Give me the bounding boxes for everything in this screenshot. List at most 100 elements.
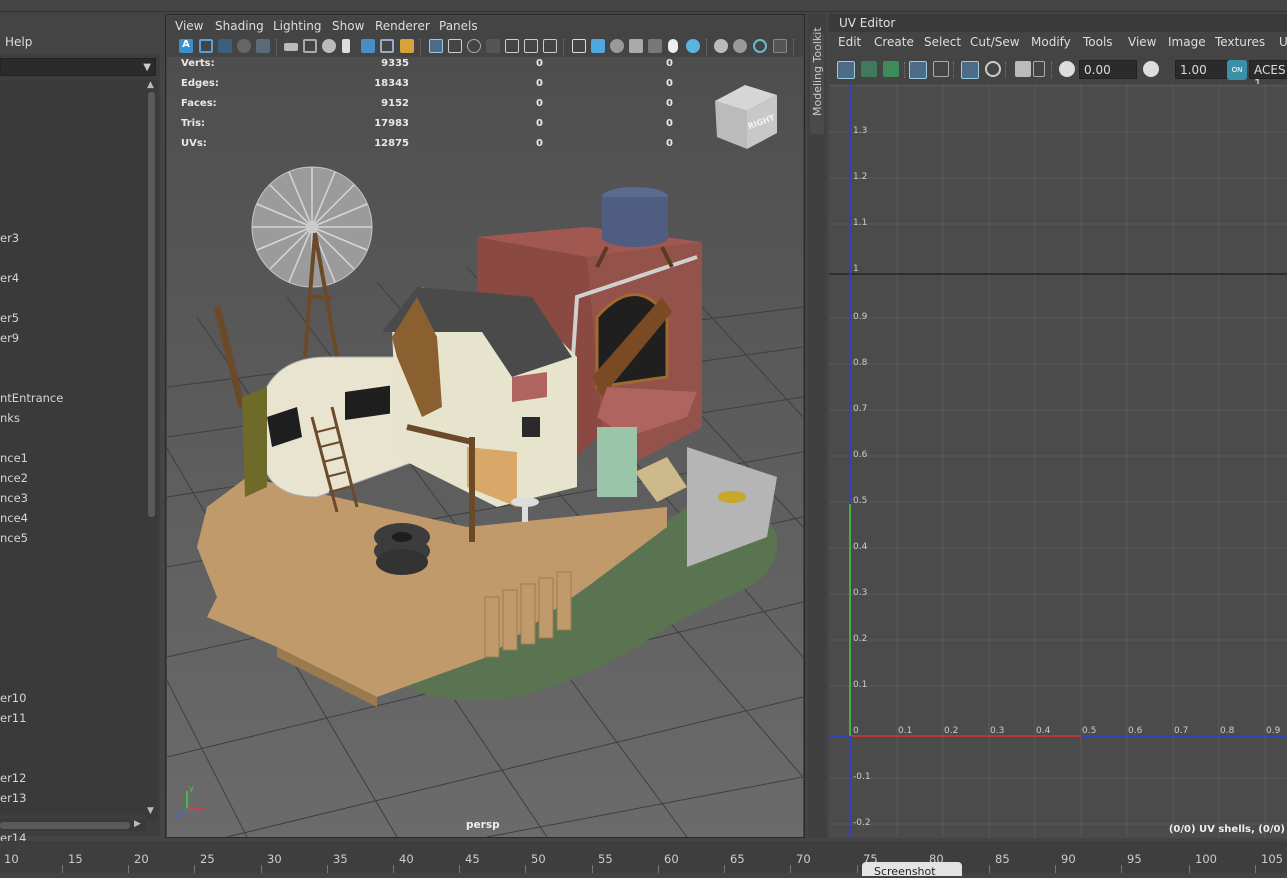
uv-image-menu[interactable]: Image — [1168, 35, 1206, 49]
screen-space-ao-icon[interactable] — [714, 39, 728, 53]
checker-icon[interactable] — [648, 39, 662, 53]
grid-icon[interactable] — [429, 39, 443, 53]
outliner-item[interactable]: nce4 — [0, 511, 28, 525]
scroll-down-icon[interactable]: ▼ — [147, 806, 154, 826]
camera-icon[interactable] — [284, 43, 298, 51]
outliner-item[interactable]: nce2 — [0, 471, 28, 485]
uv-textures-menu[interactable]: Textures — [1215, 35, 1265, 49]
gate-mask-icon[interactable] — [486, 39, 500, 53]
3d-viewport[interactable]: RIGHT y x z Verts: 9335 0 0 Edges: 18343… — [167, 57, 803, 837]
gamma-field[interactable]: 1.00 — [1175, 60, 1233, 79]
shadows-icon[interactable] — [686, 39, 700, 53]
outliner-item[interactable]: er12 — [0, 771, 26, 785]
image-plane-icon[interactable] — [218, 39, 232, 53]
exposure-field[interactable]: 0.00 — [1079, 60, 1137, 79]
shading-menu[interactable]: Shading — [215, 19, 264, 33]
panels-menu[interactable]: Panels — [439, 19, 478, 33]
modeling-toolkit-label[interactable]: Modeling Toolkit — [811, 27, 824, 116]
safe-title-icon[interactable] — [543, 39, 557, 53]
outliner-item[interactable]: er11 — [0, 711, 26, 725]
camera-attributes-icon[interactable] — [199, 39, 213, 53]
anti-aliasing-icon[interactable] — [753, 39, 767, 53]
uv-tools-menu[interactable]: Tools — [1083, 35, 1113, 49]
outliner-item[interactable]: nce1 — [0, 451, 28, 465]
smooth-shade-icon[interactable] — [591, 39, 605, 53]
view-menu[interactable]: View — [175, 19, 203, 33]
lighting-menu[interactable]: Lighting — [273, 19, 322, 33]
modeling-toolkit-tab[interactable]: Modeling Toolkit — [808, 14, 826, 838]
resolution-gate-icon[interactable] — [467, 39, 481, 53]
colorspace-field[interactable]: ACES 1 — [1249, 60, 1287, 91]
field-chart-icon[interactable] — [505, 39, 519, 53]
outliner-item[interactable]: er4 — [0, 271, 19, 285]
chevron-down-icon[interactable]: ▼ — [143, 62, 151, 73]
time-slider[interactable]: 10 15 20 25 30 35 40 45 50 55 60 65 70 7… — [0, 841, 1287, 878]
scroll-thumb[interactable] — [0, 822, 130, 829]
textured-icon[interactable] — [629, 39, 643, 53]
help-menu[interactable]: Help — [5, 35, 32, 49]
uv-create-menu[interactable]: Create — [874, 35, 914, 49]
outliner-item[interactable]: er9 — [0, 331, 19, 345]
u-tick-label: 0.1 — [898, 726, 913, 736]
checker-display-icon[interactable] — [1033, 61, 1045, 77]
gear-icon[interactable] — [322, 39, 336, 53]
hud-value: 0 — [536, 78, 543, 89]
uv-cutsew-menu[interactable]: Cut/Sew — [970, 35, 1020, 49]
wireframe-icon[interactable] — [572, 39, 586, 53]
image-display-icon[interactable] — [1015, 61, 1031, 77]
default-material-icon[interactable] — [610, 39, 624, 53]
grid-snap-icon[interactable] — [380, 39, 394, 53]
outliner-item[interactable]: nce5 — [0, 531, 28, 545]
uv-grid-viewport[interactable]: 1.3 1.2 1.1 1 0.9 0.8 0.7 0.6 0.5 0.4 0.… — [829, 84, 1287, 838]
bookmark-icon[interactable] — [342, 39, 350, 53]
u-tick-label: 0.3 — [990, 726, 1005, 736]
outliner-item[interactable]: er10 — [0, 691, 26, 705]
paint-icon[interactable] — [400, 39, 414, 53]
uv-texture-borders-icon[interactable] — [909, 61, 927, 79]
frame-label: 25 — [200, 852, 215, 866]
motion-blur-icon[interactable] — [733, 39, 747, 53]
show-menu[interactable]: Show — [332, 19, 364, 33]
scroll-up-icon[interactable]: ▲ — [147, 80, 154, 90]
select-camera-icon[interactable]: A — [179, 39, 193, 53]
uv-layout-icon[interactable] — [883, 61, 899, 77]
outliner-item[interactable]: er3 — [0, 231, 19, 245]
top-strip — [0, 0, 1287, 12]
film-icon[interactable] — [448, 39, 462, 53]
outliner-item[interactable]: nks — [0, 411, 20, 425]
outliner-item[interactable]: er5 — [0, 311, 19, 325]
frame-label: 15 — [68, 852, 83, 866]
sphere-icon[interactable] — [237, 39, 251, 53]
gamma-icon[interactable] — [1143, 61, 1159, 77]
uv-select-menu[interactable]: Select — [924, 35, 961, 49]
move-tool-icon[interactable] — [361, 39, 375, 53]
uv-stack-icon[interactable] — [861, 61, 877, 77]
scroll-thumb[interactable] — [148, 92, 155, 517]
lights-icon[interactable] — [668, 39, 678, 53]
uv-shell-select-icon[interactable] — [837, 61, 855, 79]
outliner-horizontal-scrollbar[interactable]: ▶ — [0, 819, 146, 831]
exposure-icon[interactable] — [1059, 61, 1075, 77]
safe-action-icon[interactable] — [524, 39, 538, 53]
scroll-right-icon[interactable]: ▶ — [134, 819, 141, 829]
outliner-item[interactable]: ntEntrance — [0, 391, 63, 405]
uv-uv-menu[interactable]: UV — [1279, 35, 1287, 49]
uv-modify-menu[interactable]: Modify — [1031, 35, 1071, 49]
renderer-menu[interactable]: Renderer — [375, 19, 430, 33]
outliner-menubar: Help — [0, 30, 160, 54]
outliner-item[interactable]: er13 — [0, 791, 26, 805]
uv-edit-menu[interactable]: Edit — [838, 35, 861, 49]
outliner-vertical-scrollbar[interactable]: ▲ ▼ — [146, 80, 158, 820]
uv-editor-title[interactable]: UV Editor — [839, 16, 895, 30]
u-tick-label: 0.6 — [1128, 726, 1143, 736]
uv-snap-icon[interactable] — [985, 61, 1001, 77]
uv-view-menu[interactable]: View — [1128, 35, 1156, 49]
color-management-icon[interactable]: ON — [1227, 60, 1247, 80]
uv-grid-icon[interactable] — [961, 61, 979, 79]
film-gate-icon[interactable] — [256, 39, 270, 53]
isolate-icon[interactable] — [773, 39, 787, 53]
outliner-item[interactable]: nce3 — [0, 491, 28, 505]
camera-lock-icon[interactable] — [303, 39, 317, 53]
uv-distortion-icon[interactable] — [933, 61, 949, 77]
outliner-search-field[interactable]: ▼ — [0, 58, 156, 76]
